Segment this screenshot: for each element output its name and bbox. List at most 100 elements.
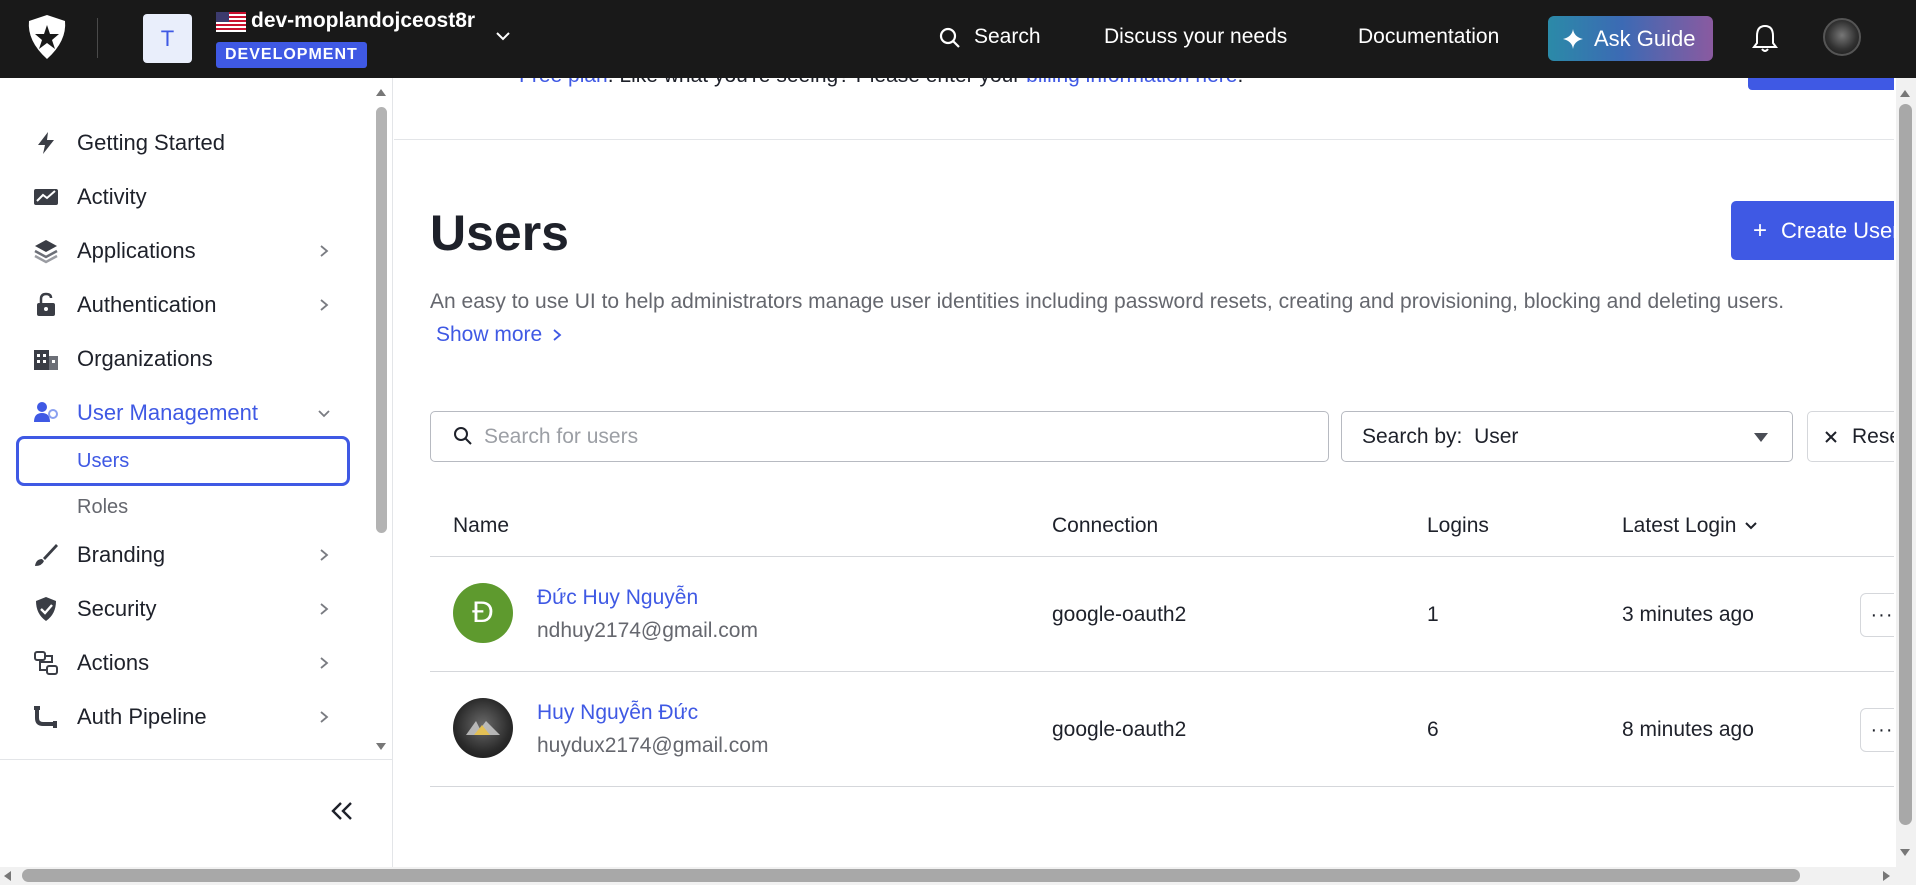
banner-text: Free plan. Like what you're seeing? Plea…: [519, 78, 1243, 88]
create-user-button[interactable]: + Create User: [1731, 201, 1894, 260]
sidebar-item-label: Branding: [77, 542, 166, 567]
sidebar-subitem-label: Users: [77, 449, 130, 472]
scroll-up-arrow-icon[interactable]: [375, 87, 387, 97]
scroll-right-arrow-icon[interactable]: [1882, 870, 1892, 882]
chevron-down-icon[interactable]: [496, 31, 510, 41]
sidebar-item-authentication[interactable]: Authentication: [0, 282, 370, 328]
user-connection: google-oauth2: [1052, 603, 1187, 626]
sidebar-item-label: Actions: [77, 650, 150, 675]
sidebar-item-organizations[interactable]: Organizations: [0, 336, 370, 382]
search-users-input[interactable]: [484, 412, 1304, 461]
scroll-down-arrow-icon[interactable]: [375, 742, 387, 752]
environment-badge: DEVELOPMENT: [216, 42, 367, 68]
lightning-icon: [38, 132, 54, 154]
main-content: Free plan. Like what you're seeing? Plea…: [394, 78, 1894, 867]
discuss-needs-link[interactable]: Discuss your needs: [1104, 25, 1287, 49]
user-name-link[interactable]: Đức Huy Nguyễn: [537, 586, 698, 610]
reset-button[interactable]: Reset: [1807, 411, 1894, 462]
user-avatar: Đ: [453, 583, 513, 643]
sidebar-subitem-users[interactable]: Users: [16, 436, 350, 486]
table-row[interactable]: Huy Nguyễn Đức huydux2174@gmail.com goog…: [430, 672, 1894, 787]
sidebar-item-security[interactable]: Security: [0, 586, 370, 632]
chevron-right-icon: [320, 299, 329, 311]
collapse-sidebar-icon[interactable]: [328, 800, 356, 822]
search-by-select[interactable]: Search by: User: [1341, 411, 1793, 462]
users-gear-icon: [34, 402, 58, 422]
column-header-name[interactable]: Name: [453, 514, 509, 538]
table-row[interactable]: Đ Đức Huy Nguyễn ndhuy2174@gmail.com goo…: [430, 557, 1894, 672]
sidebar-item-label: Getting Started: [77, 130, 225, 155]
search-users-field[interactable]: [430, 411, 1329, 462]
sidebar-item-applications[interactable]: Applications: [0, 228, 370, 274]
user-latest-login: 3 minutes ago: [1622, 603, 1754, 626]
sidebar-item-label: Auth Pipeline: [77, 704, 207, 729]
sparkle-icon: [1563, 28, 1583, 49]
sort-desc-icon: [1745, 522, 1758, 530]
ask-guide-button[interactable]: Ask Guide: [1548, 16, 1713, 61]
billing-banner: Free plan. Like what you're seeing? Plea…: [394, 78, 1894, 140]
sidebar-divider: [0, 759, 393, 760]
row-actions-menu-button[interactable]: ···: [1860, 593, 1894, 637]
chevron-right-icon: [320, 549, 329, 561]
sidebar-item-actions[interactable]: Actions: [0, 640, 370, 686]
page-description: An easy to use UI to help administrators…: [430, 290, 1785, 313]
sidebar-item-auth-pipeline[interactable]: Auth Pipeline: [0, 694, 370, 740]
column-header-latest-login-label: Latest Login: [1622, 514, 1737, 537]
scroll-down-arrow-icon[interactable]: [1899, 848, 1911, 858]
us-flag-icon: [216, 12, 246, 32]
billing-info-link[interactable]: billing information here: [1026, 78, 1237, 87]
topbar-divider: [97, 18, 98, 58]
banner-end: .: [1237, 78, 1243, 87]
chevron-right-icon: [320, 245, 329, 257]
sidebar-item-activity[interactable]: Activity: [0, 174, 370, 220]
pipe-icon: [34, 706, 57, 728]
sidebar-item-getting-started[interactable]: Getting Started: [0, 120, 370, 166]
scroll-left-arrow-icon[interactable]: [2, 870, 12, 882]
search-by-text: Search by: User: [1362, 425, 1518, 449]
plus-icon: +: [1753, 216, 1768, 244]
banner-action-button[interactable]: [1748, 78, 1894, 90]
sidebar-subitem-label: Roles: [77, 495, 129, 518]
search-icon[interactable]: [938, 26, 962, 50]
show-more-link[interactable]: Show more: [436, 323, 562, 347]
sidebar: Getting Started Activity Applications Au…: [0, 78, 393, 867]
horizontal-scrollbar-thumb[interactable]: [22, 869, 1800, 882]
search-by-label: Search by:: [1362, 425, 1463, 448]
user-avatar: [453, 698, 513, 758]
bell-icon[interactable]: [1752, 23, 1778, 53]
documentation-link[interactable]: Documentation: [1358, 25, 1499, 49]
sidebar-item-label: Organizations: [77, 346, 213, 371]
sidebar-item-label: Security: [77, 596, 157, 621]
ask-guide-label: Ask Guide: [1594, 25, 1696, 51]
auth0-logo-icon[interactable]: [26, 14, 68, 60]
scroll-up-arrow-icon[interactable]: [1899, 88, 1911, 98]
user-logins: 1: [1427, 603, 1439, 626]
sidebar-scrollbar-thumb[interactable]: [376, 107, 387, 533]
row-actions-menu-button[interactable]: ···: [1860, 708, 1894, 752]
top-bar: T dev-moplandojceost8r DEVELOPMENT Searc…: [0, 0, 1916, 78]
topbar-search-link[interactable]: Search: [974, 25, 1041, 49]
user-email: huydux2174@gmail.com: [537, 734, 769, 757]
user-name-link[interactable]: Huy Nguyễn Đức: [537, 701, 698, 725]
close-icon: [1825, 430, 1837, 443]
sidebar-item-branding[interactable]: Branding: [0, 532, 370, 578]
shield-check-icon: [36, 597, 56, 621]
tenant-name[interactable]: dev-moplandojceost8r: [251, 9, 475, 33]
free-plan-link[interactable]: Free plan: [519, 78, 608, 87]
page-title: Users: [430, 205, 569, 261]
activity-chart-icon: [34, 189, 58, 205]
user-logins: 6: [1427, 718, 1439, 741]
sidebar-item-user-management[interactable]: User Management: [0, 390, 370, 436]
sidebar-subitem-roles[interactable]: Roles: [16, 482, 350, 532]
column-header-latest-login[interactable]: Latest Login: [1622, 514, 1758, 538]
user-latest-login: 8 minutes ago: [1622, 718, 1754, 741]
banner-message: . Like what you're seeing? Please enter …: [608, 78, 1026, 87]
column-header-connection[interactable]: Connection: [1052, 514, 1158, 538]
user-email: ndhuy2174@gmail.com: [537, 619, 758, 642]
reset-label: Reset: [1852, 424, 1894, 448]
vertical-scrollbar-thumb[interactable]: [1899, 104, 1912, 825]
caret-down-icon: [1754, 433, 1768, 442]
tenant-avatar[interactable]: T: [143, 14, 192, 63]
column-header-logins[interactable]: Logins: [1427, 514, 1489, 538]
user-avatar[interactable]: [1823, 18, 1861, 56]
